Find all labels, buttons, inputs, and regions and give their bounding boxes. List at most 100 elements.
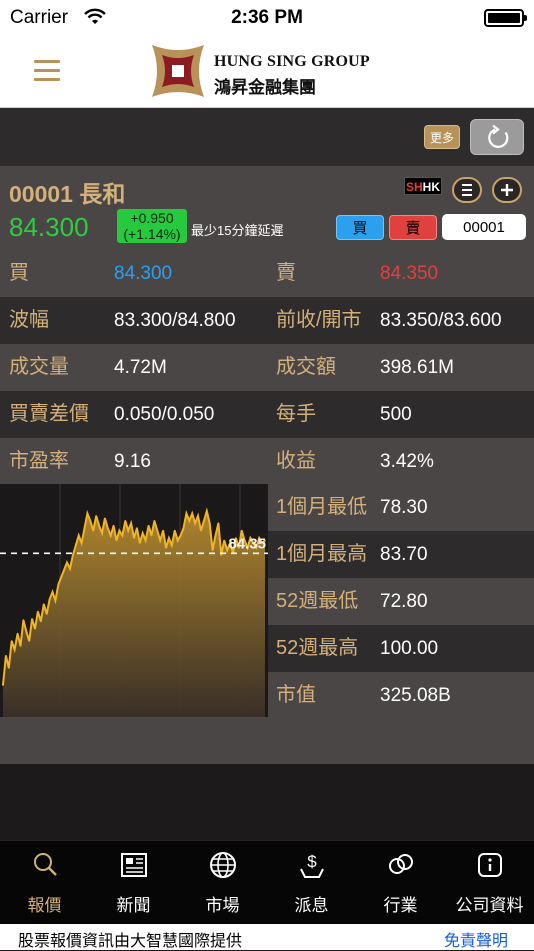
price-point	[168, 537, 170, 539]
range-stat-row: 52週最低 72.80	[268, 578, 534, 625]
price-point	[63, 569, 65, 571]
price-point	[40, 620, 42, 623]
sell-button[interactable]: 賣	[389, 215, 437, 240]
stat-label: 成交額	[276, 356, 336, 378]
price-point	[89, 520, 92, 522]
tab-globe[interactable]: 市場	[178, 841, 267, 925]
stat-label: 買賣差價	[9, 403, 89, 425]
price-point	[98, 524, 100, 527]
price-point	[19, 645, 22, 647]
brand-name-zh: 鴻昇金融集團	[214, 78, 316, 97]
price-point	[75, 544, 77, 547]
tab-label: 派息	[294, 896, 329, 915]
tab-newspaper[interactable]: 新聞	[89, 841, 178, 925]
footer-bar: 股票報價資訊由大智慧國際提供 免責聲明	[0, 924, 534, 950]
stat-label: 成交量	[9, 356, 69, 378]
stats-row: 波幅 83.300/84.800 前收/開市 83.350/83.600	[0, 297, 534, 344]
stats-row: 買 84.300 賣 84.350	[0, 250, 534, 297]
newspaper-icon	[121, 853, 147, 877]
data-provider-note: 股票報價資訊由大智慧國際提供	[18, 933, 243, 950]
price-point	[16, 632, 19, 635]
range-stat-row: 52週最高 100.00	[268, 625, 534, 672]
price-point	[174, 529, 176, 532]
price-point	[13, 648, 16, 651]
price-point	[69, 567, 71, 570]
tab-dividend[interactable]: $ 派息	[267, 841, 356, 925]
tab-search[interactable]: 報價	[0, 841, 89, 925]
price-point	[8, 667, 10, 669]
price-point	[179, 534, 182, 537]
battery-icon	[484, 9, 527, 27]
price-point	[162, 529, 164, 532]
stat-value: 84.350	[380, 263, 439, 284]
disclaimer-link[interactable]: 免責聲明	[444, 927, 508, 951]
price-point	[136, 527, 138, 529]
stat-value: 500	[380, 404, 412, 425]
tab-label: 新聞	[116, 896, 151, 915]
price-point	[10, 640, 13, 642]
price-point	[72, 554, 74, 556]
refresh-button[interactable]	[470, 119, 524, 155]
range-stat-row: 1個月最低 78.30	[268, 484, 534, 531]
price-point	[77, 534, 80, 537]
price-point	[115, 539, 118, 542]
price-point	[240, 529, 243, 532]
buy-button[interactable]: 買	[336, 215, 384, 240]
price-point	[121, 534, 124, 537]
price-point	[34, 627, 36, 630]
industry-icon	[389, 854, 413, 874]
price-point	[118, 529, 121, 532]
price-point	[133, 537, 135, 539]
stat-value: 9.16	[114, 451, 151, 472]
add-watchlist-button[interactable]	[492, 177, 522, 203]
price-point	[51, 591, 54, 593]
range-stat-label: 52週最高	[276, 637, 359, 659]
list-button[interactable]	[452, 177, 482, 203]
price-point	[107, 527, 109, 529]
price-point	[191, 512, 193, 515]
brand-name-en: HUNG SING GROUP	[214, 53, 370, 70]
tab-info[interactable]: 公司資料	[445, 841, 534, 925]
price-point	[188, 520, 191, 522]
price-point	[141, 532, 144, 534]
price-change-badge: +0.950 (+1.14%)	[117, 209, 187, 243]
stat-value: 3.42%	[380, 451, 434, 472]
price-point	[130, 522, 132, 524]
price-point	[112, 524, 115, 527]
price-point	[57, 583, 60, 586]
price-point	[208, 522, 211, 524]
price-point	[22, 619, 25, 621]
shhk-badge-sh: SH	[405, 180, 423, 194]
price-point	[31, 618, 33, 620]
stock-code-input[interactable]	[442, 214, 526, 240]
price-change-percent: (+1.14%)	[123, 226, 181, 242]
more-button[interactable]: 更多	[424, 125, 460, 149]
price-chart: 84.35	[0, 484, 268, 717]
hamburger-menu-icon[interactable]	[34, 60, 60, 82]
range-stat-label: 52週最低	[276, 590, 359, 612]
tab-label: 公司資料	[455, 896, 524, 915]
price-point	[182, 527, 185, 529]
price-point	[80, 542, 83, 544]
price-point	[83, 527, 86, 529]
stats-row: 市盈率 9.16 收益 3.42%	[0, 438, 534, 485]
price-point	[2, 684, 4, 686]
toolbar: 更多	[0, 108, 534, 166]
shhk-badge[interactable]: SHHK	[404, 177, 442, 195]
price-point	[197, 515, 199, 517]
price-point	[194, 522, 196, 524]
tab-industry[interactable]: 行業	[356, 841, 445, 925]
price-point	[5, 654, 7, 657]
tab-bar: 報價 新聞 市場 $ 派息 行業 公司資料	[0, 840, 534, 924]
price-point	[220, 554, 223, 556]
price-point	[127, 529, 129, 532]
stat-value: 398.61M	[380, 357, 454, 378]
stat-label: 賣	[276, 262, 296, 284]
stat-value: 0.050/0.050	[114, 404, 215, 425]
price-point	[60, 576, 62, 578]
price-point	[25, 630, 28, 632]
stat-label: 買	[9, 262, 29, 284]
price-point	[124, 520, 127, 522]
price-point	[66, 561, 68, 564]
status-bar: Carrier 2:36 PM	[0, 0, 534, 34]
